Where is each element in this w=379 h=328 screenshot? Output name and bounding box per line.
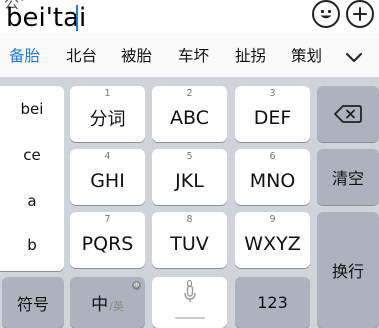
key-wxyz[interactable]: 9 WXYZ	[235, 212, 310, 268]
key-tuv[interactable]: 8 TUV	[152, 212, 227, 268]
key-abc[interactable]: 2 ABC	[152, 86, 227, 142]
candidate-item[interactable]: 扯拐	[235, 34, 266, 78]
candidate-item[interactable]: 备胎	[9, 34, 40, 78]
candidate-item[interactable]: 车坏	[178, 34, 209, 78]
pinyin-option-panel: bei ce a b	[0, 86, 64, 271]
text-caret	[76, 5, 78, 31]
language-switch-button[interactable]: 中 /英 ⊕	[70, 277, 145, 328]
candidate-item[interactable]: 被胎	[121, 34, 152, 78]
key-def[interactable]: 3 DEF	[235, 86, 310, 142]
backspace-icon	[334, 105, 362, 123]
key-ghi[interactable]: 4 GHI	[70, 149, 145, 205]
candidate-item[interactable]: 北台	[66, 34, 97, 78]
microphone-icon	[183, 285, 196, 302]
key-pqrs[interactable]: 7 PQRS	[70, 212, 145, 268]
composition-bar: 公‘ bei'tai	[0, 0, 379, 34]
globe-icon: ⊕	[132, 281, 141, 290]
chevron-down-icon[interactable]	[343, 46, 365, 68]
delete-button[interactable]	[317, 86, 379, 142]
symbol-button[interactable]: 符号	[2, 277, 64, 328]
pinyin-option[interactable]: a	[0, 192, 64, 210]
t9-keyboard: bei ce a b 1 分词 2 ABC 3 DEF 4 GHI 5 JKL …	[0, 78, 379, 328]
pinyin-option[interactable]: ce	[0, 146, 64, 164]
pinyin-option[interactable]: b	[0, 236, 64, 254]
key-mno[interactable]: 6 MNO	[235, 149, 310, 205]
key-fenci[interactable]: 1 分词	[70, 86, 145, 142]
plus-circle-icon[interactable]	[346, 0, 374, 28]
emoji-button[interactable]	[312, 0, 340, 28]
space-indicator	[174, 317, 205, 319]
candidate-item[interactable]: 策划	[291, 34, 322, 78]
composing-pinyin: bei'tai	[6, 3, 87, 33]
pinyin-option[interactable]: bei	[0, 100, 64, 118]
key-jkl[interactable]: 5 JKL	[152, 149, 227, 205]
space-button[interactable]: 0	[152, 277, 227, 328]
numbers-button[interactable]: 123	[235, 277, 310, 328]
clear-button[interactable]: 清空	[317, 149, 379, 205]
smiley-face-icon	[320, 9, 332, 19]
candidate-bar: 备胎 北台 被胎 车坏 扯拐 策划	[0, 34, 379, 78]
enter-button[interactable]: 换行	[317, 212, 379, 328]
